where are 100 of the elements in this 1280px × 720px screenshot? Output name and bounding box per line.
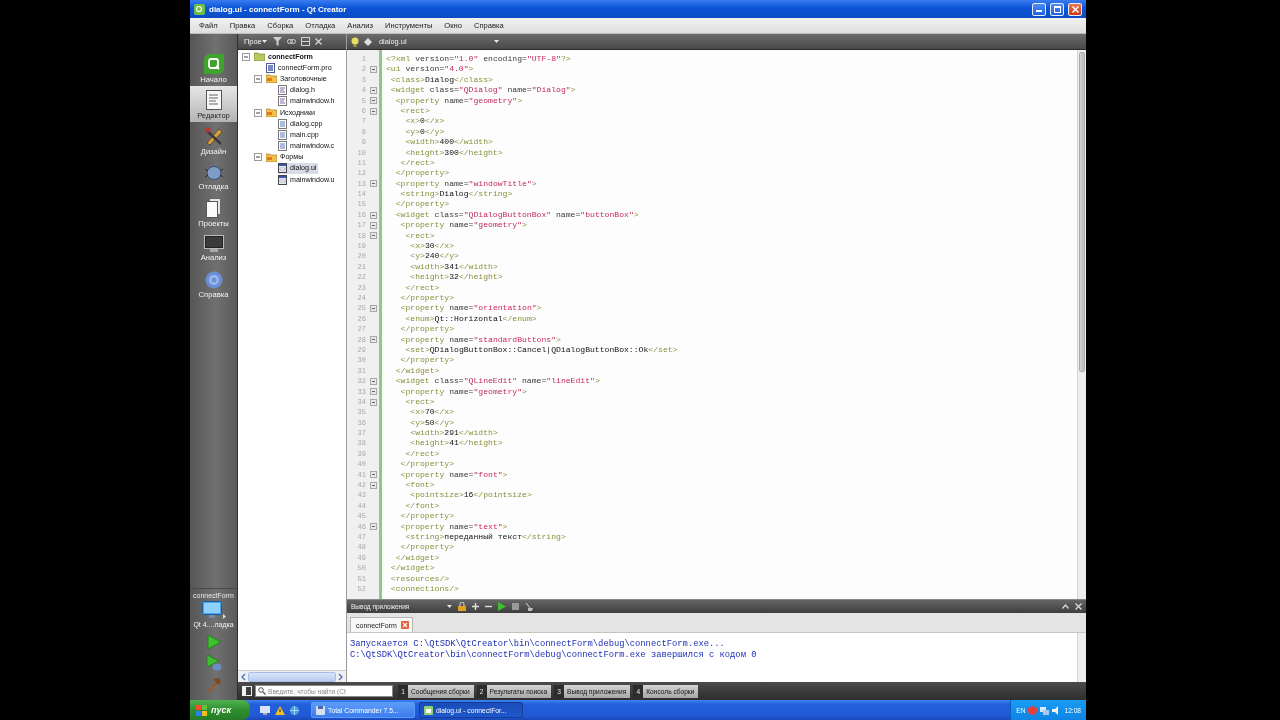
flag-icon — [196, 704, 207, 716]
code-line: <x>70</x> — [409, 407, 455, 418]
tree-expander-icon[interactable] — [254, 74, 262, 83]
app-icon — [194, 3, 205, 15]
split-icon[interactable] — [301, 37, 310, 46]
code-line: </rect> — [399, 157, 435, 169]
lock-icon[interactable] — [458, 602, 466, 611]
code-line: <class>Dialog</class> — [389, 74, 493, 86]
fold-marker-icon[interactable] — [370, 305, 377, 313]
caret-icon — [447, 605, 452, 608]
start-button[interactable]: пуск — [190, 700, 250, 720]
code-line: <property name="font"> — [399, 469, 508, 480]
maximize-button[interactable] — [1050, 2, 1064, 16]
pencil-icon — [203, 125, 224, 146]
minimize-button[interactable] — [1032, 2, 1046, 16]
play-bug-icon — [205, 655, 222, 671]
code-line: <height>300</height> — [404, 147, 503, 158]
code-line: <pointsize>16</pointsize> — [409, 490, 532, 501]
code-line: </property> — [399, 355, 454, 366]
folder-icon — [266, 74, 277, 84]
vertical-scrollbar[interactable] — [1077, 633, 1086, 682]
code-line: </widget> — [394, 552, 440, 564]
code-line: <font> — [404, 480, 435, 491]
code-line: </widget> — [394, 365, 440, 377]
horizontal-scrollbar[interactable] — [238, 670, 346, 682]
document-icon — [278, 85, 287, 96]
caret-icon — [261, 40, 267, 43]
code-line: <property name="geometry"> — [399, 220, 527, 231]
folder-icon — [266, 152, 277, 162]
code-line: <width>400</width> — [404, 137, 493, 148]
fold-marker-icon[interactable] — [370, 377, 377, 385]
folder-icon — [254, 52, 265, 62]
fold-marker-icon[interactable] — [370, 232, 377, 240]
output-line: C:\QtSDK\QtCreator\bin\connectForm\debug\connectForm.exe завершился с кодом 0 — [350, 650, 757, 661]
fold-marker-icon[interactable] — [370, 398, 377, 406]
code-line: </font> — [404, 500, 440, 512]
plus-icon[interactable] — [472, 603, 479, 610]
code-line: </property> — [399, 293, 454, 304]
close-icon[interactable] — [400, 621, 409, 629]
logo-icon — [203, 53, 224, 74]
fold-marker-icon[interactable] — [370, 336, 377, 344]
tree-expander-icon[interactable] — [254, 153, 262, 162]
sidebar-toggle-icon[interactable] — [242, 686, 252, 696]
fold-marker-icon[interactable] — [370, 471, 377, 479]
fold-marker-icon[interactable] — [370, 523, 377, 531]
monitor-icon — [201, 601, 222, 619]
code-line: </rect> — [404, 282, 440, 293]
fold-marker-icon[interactable] — [370, 221, 377, 229]
windows-icon[interactable] — [1040, 705, 1050, 715]
window-title: dialog.ui - connectForm - Qt Creator — [209, 4, 348, 14]
fold-marker-icon[interactable] — [370, 180, 377, 188]
tree-expander-icon[interactable] — [254, 108, 262, 117]
fold-marker-icon[interactable] — [370, 86, 377, 94]
bulb-icon[interactable] — [351, 36, 359, 47]
code-line: <width>291</width> — [409, 428, 498, 439]
folder-icon — [266, 108, 277, 118]
code-line: <property name="geometry"> — [399, 386, 527, 397]
play-icon[interactable] — [498, 602, 506, 611]
code-line: <width>341</width> — [409, 261, 498, 273]
document-icon — [278, 96, 287, 107]
fold-marker-icon[interactable] — [370, 211, 377, 219]
diamond-icon[interactable] — [364, 37, 372, 46]
close-icon[interactable] — [1075, 603, 1082, 610]
code-line: <x>30</x> — [409, 241, 455, 252]
fold-marker-icon[interactable] — [370, 107, 377, 115]
minus-icon[interactable] — [485, 603, 492, 610]
link-icon[interactable] — [287, 37, 296, 46]
target-selector[interactable] — [199, 600, 228, 620]
broom-icon[interactable] — [525, 602, 533, 611]
vertical-scrollbar[interactable] — [1077, 50, 1086, 599]
code-line: <rect> — [399, 105, 430, 117]
code-line: <y>0</y> — [404, 126, 445, 138]
code-line: </rect> — [404, 448, 440, 460]
filter-icon[interactable] — [273, 37, 282, 46]
fold-marker-icon[interactable] — [370, 97, 377, 105]
code-line: </property> — [399, 542, 454, 553]
code-line: <property name="orientation"> — [399, 303, 542, 314]
fold-marker-icon[interactable] — [370, 481, 377, 489]
tree-expander-icon[interactable] — [242, 52, 250, 61]
code-line: <string>переданный текст</string> — [404, 531, 566, 543]
code-line: <y>240</y> — [409, 251, 459, 262]
fold-marker-icon[interactable] — [370, 388, 377, 396]
form-icon — [278, 163, 287, 174]
close-icon[interactable] — [315, 38, 322, 45]
code-line: <enum>Qt::Horizontal</enum> — [404, 313, 537, 325]
desktop-icon[interactable] — [260, 705, 270, 715]
warning-icon[interactable] — [275, 705, 285, 715]
code-line: </property> — [394, 168, 450, 179]
chevron-up-icon[interactable] — [1062, 604, 1069, 609]
code-line: <property name="standardButtons"> — [399, 334, 561, 345]
globe-icon[interactable] — [290, 705, 299, 715]
code-line: <x>0</x> — [404, 116, 445, 127]
code-line: </property> — [399, 324, 454, 335]
code-line: <resources/> — [389, 573, 450, 584]
play-icon — [206, 635, 221, 649]
fold-marker-icon[interactable] — [370, 66, 377, 74]
code-line: <widget class="QLineEdit" name="lineEdit"> — [394, 376, 600, 387]
close-icon — [1071, 5, 1079, 13]
code-line: <property name="geometry"> — [394, 95, 523, 106]
close-button[interactable] — [1068, 2, 1082, 16]
